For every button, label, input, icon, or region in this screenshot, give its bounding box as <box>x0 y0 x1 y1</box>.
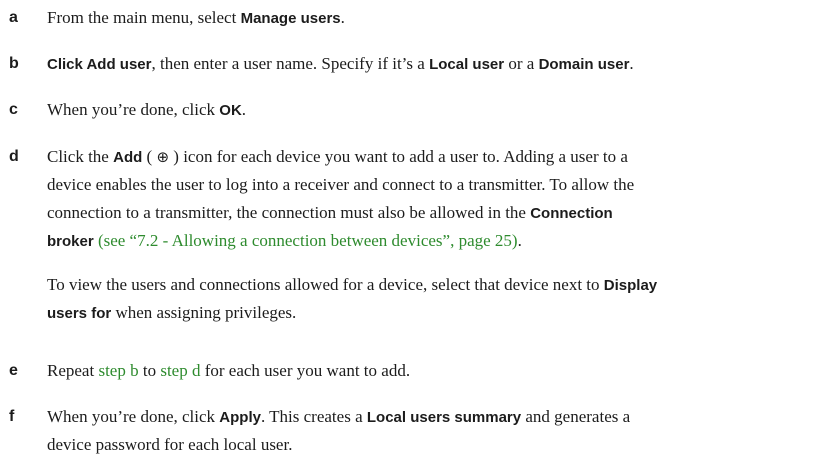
step-letter-b: b <box>9 55 19 72</box>
step-f-line-2: device password for each local user. <box>47 435 293 454</box>
display-users-for-ui-ref: Display <box>603 277 658 294</box>
manage-users-menu-ref: Manage users <box>240 10 341 27</box>
step-letter-a: a <box>9 9 18 26</box>
add-user-ui-ref: Click Add user <box>47 56 152 73</box>
step-d-link[interactable]: step d <box>160 361 200 380</box>
instruction-document: a From the main menu, select Manage user… <box>0 0 838 470</box>
step-e-text-part: for each user you want to add. <box>200 361 411 380</box>
step-d-note-part: To view the users and connections allowe… <box>47 275 604 294</box>
step-b-text-part: . <box>629 54 634 73</box>
step-d-line-2: device enables the user to log into a re… <box>47 175 635 194</box>
step-letter-f: f <box>9 408 15 425</box>
step-d-text-part: . <box>517 231 522 250</box>
step-c-text-part: . <box>241 100 247 119</box>
step-b-text-part: , then enter a user name. Specify if it’… <box>151 54 430 73</box>
step-c-text-part: When you’re done, click <box>47 100 220 119</box>
step-a-text-part: From the main menu, select <box>47 8 241 27</box>
add-ui-ref: Add <box>113 149 143 166</box>
step-b-text-part: or a <box>504 54 539 73</box>
step-a-text-part: . <box>340 8 345 27</box>
step-f-text-part: . This creates a <box>260 407 367 426</box>
local-users-summary-ui-ref: Local users summary <box>366 409 522 426</box>
step-e-text-part: Repeat <box>47 361 99 380</box>
step-d-note-text: To view the users and connections allowe… <box>47 271 837 327</box>
step-f-text-part: and generates a <box>521 407 631 426</box>
domain-user-ui-ref: Domain user <box>538 56 630 73</box>
section-7-2-link[interactable]: (see “7.2 - Allowing a connection betwee… <box>98 231 518 250</box>
step-letter-c: c <box>9 101 18 118</box>
apply-ui-ref: Apply <box>219 409 261 426</box>
step-f-text-part: When you’re done, click <box>47 407 220 426</box>
step-c-text: When you’re done, click OK. <box>47 96 837 124</box>
step-d-text-part: ( <box>142 147 157 166</box>
display-users-for-ui-ref-cont: users for <box>47 305 112 322</box>
step-f-text: When you’re done, click Apply. This crea… <box>47 403 837 459</box>
ok-ui-ref: OK <box>219 102 242 119</box>
step-b-link[interactable]: step b <box>98 361 138 380</box>
step-a-text: From the main menu, select Manage users. <box>47 4 837 32</box>
circled-plus-icon: ⊕ <box>156 148 170 166</box>
step-d-text-part: Click the <box>47 147 114 166</box>
connection-broker-ui-ref: Connection <box>530 205 613 222</box>
step-d-note-part: when assigning privileges. <box>111 303 297 322</box>
local-user-ui-ref: Local user <box>429 56 505 73</box>
step-letter-e: e <box>9 362 18 379</box>
step-letter-d: d <box>9 148 19 165</box>
step-e-text-part: to <box>138 361 161 380</box>
step-d-text-part: connection to a transmitter, the connect… <box>47 203 531 222</box>
step-e-text: Repeat step b to step d for each user yo… <box>47 357 837 385</box>
step-d-text-part: ) icon for each device you want to add a… <box>169 147 628 166</box>
step-b-text: Click Add user, then enter a user name. … <box>47 50 837 78</box>
step-d-text: Click the Add ( ⊕ ) icon for each device… <box>47 143 837 255</box>
connection-broker-ui-ref-cont: broker <box>47 233 94 250</box>
